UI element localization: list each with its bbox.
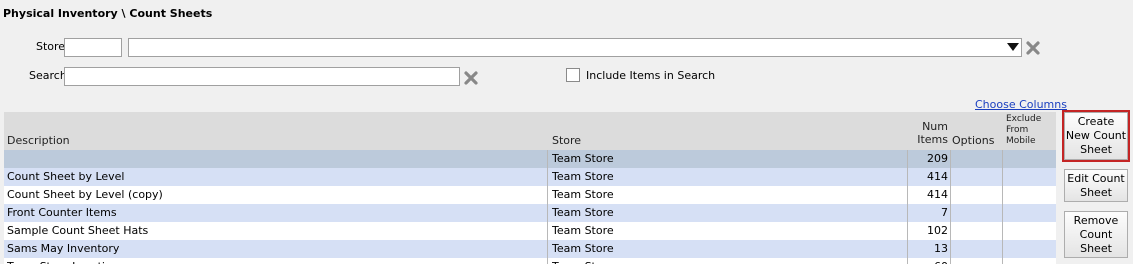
- cell-store: Team Store: [552, 170, 614, 183]
- remove-count-sheet-button[interactable]: Remove Count Sheet: [1064, 211, 1128, 258]
- cell-num-items: 60: [908, 258, 948, 264]
- table-row[interactable]: Front Counter Items Team Store 7: [4, 204, 1056, 222]
- cell-description: Sams May Inventory: [7, 242, 120, 255]
- cell-num-items: 102: [927, 224, 948, 237]
- cell-description: Sample Count Sheet Hats: [7, 224, 149, 237]
- column-divider: [907, 150, 908, 264]
- cell-description: Team Store Locations: [7, 258, 545, 264]
- choose-columns-link[interactable]: Choose Columns: [975, 98, 1067, 111]
- cell-description: Count Sheet by Level: [7, 170, 125, 183]
- table-row[interactable]: Sams May Inventory Team Store 13: [4, 240, 1056, 258]
- table-row[interactable]: Sample Count Sheet Hats Team Store 102: [4, 222, 1056, 240]
- cell-num-items: 13: [934, 242, 948, 255]
- header-store[interactable]: Store: [552, 134, 581, 147]
- include-items-label: Include Items in Search: [586, 69, 716, 82]
- count-sheets-table: Description Store Num Items Options Excl…: [4, 112, 1056, 264]
- clear-store-icon[interactable]: [1025, 40, 1041, 56]
- header-exclude-mobile[interactable]: Exclude From Mobile: [1006, 114, 1046, 147]
- edit-count-sheet-label: Edit Count Sheet: [1067, 171, 1125, 199]
- column-divider: [950, 150, 951, 264]
- page-title: Physical Inventory \ Count Sheets: [3, 7, 213, 20]
- column-divider: [547, 150, 548, 264]
- table-row[interactable]: Team Store 209: [4, 150, 1056, 168]
- cell-num-items: 7: [941, 206, 948, 219]
- include-items-checkbox[interactable]: [566, 68, 580, 82]
- remove-count-sheet-label: Remove Count Sheet: [1073, 213, 1119, 255]
- search-label: Search: [29, 69, 67, 82]
- cell-num-items: 209: [927, 152, 948, 165]
- store-code-input[interactable]: [64, 38, 122, 57]
- cell-store: Team Store: [552, 224, 614, 237]
- cell-store: Team Store: [552, 152, 614, 165]
- cell-num-items: 414: [927, 170, 948, 183]
- table-row[interactable]: Count Sheet by Level (copy) Team Store 414: [4, 186, 1056, 204]
- cell-num-items: 414: [927, 188, 948, 201]
- cell-store: Team Store: [552, 188, 614, 201]
- cell-store: Team Store: [552, 242, 614, 255]
- clear-search-icon[interactable]: [463, 70, 479, 86]
- create-count-sheet-button[interactable]: Create New Count Sheet: [1062, 110, 1130, 162]
- table-header: Description Store Num Items Options Excl…: [4, 112, 1056, 151]
- store-select[interactable]: [128, 38, 1022, 57]
- cell-store: Team Store: [552, 206, 614, 219]
- create-count-sheet-label: Create New Count Sheet: [1065, 115, 1127, 156]
- column-divider: [1002, 150, 1003, 264]
- edit-count-sheet-button[interactable]: Edit Count Sheet: [1064, 169, 1128, 202]
- cell-store: Team Store: [552, 258, 902, 264]
- search-input[interactable]: [64, 67, 460, 86]
- header-description[interactable]: Description: [7, 134, 70, 147]
- header-options[interactable]: Options: [952, 134, 994, 147]
- table-row[interactable]: Count Sheet by Level Team Store 414: [4, 168, 1056, 186]
- store-label: Store: [36, 40, 66, 53]
- header-num-items[interactable]: Num Items: [908, 120, 948, 146]
- table-row[interactable]: Team Store Locations Team Store 60: [4, 258, 1056, 264]
- cell-description: [7, 150, 545, 168]
- cell-description: Front Counter Items: [7, 206, 117, 219]
- dropdown-arrow-icon[interactable]: [1007, 43, 1019, 52]
- cell-description: Count Sheet by Level (copy): [7, 188, 163, 201]
